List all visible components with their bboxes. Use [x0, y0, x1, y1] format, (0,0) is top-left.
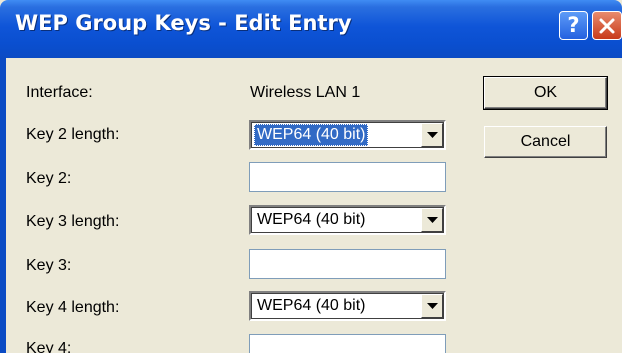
title-bar[interactable]: WEP Group Keys - Edit Entry ? [0, 0, 622, 58]
chevron-down-icon [427, 303, 438, 309]
close-icon [599, 18, 615, 34]
key3-length-selected-value: WEP64 (40 bit) [257, 211, 366, 228]
key4-length-dropdown-button[interactable] [421, 294, 443, 318]
interface-label: Interface: [26, 84, 93, 101]
interface-value: Wireless LAN 1 [250, 84, 361, 101]
key2-length-dropdown-button[interactable] [421, 123, 443, 147]
key4-length-select[interactable]: WEP64 (40 bit) [249, 291, 446, 321]
dialog-window: WEP Group Keys - Edit Entry ? Interface:… [0, 0, 622, 353]
chevron-down-icon [427, 217, 438, 223]
key4-input[interactable] [249, 334, 446, 353]
window-border [0, 58, 6, 353]
key4-length-label: Key 4 length: [26, 299, 120, 316]
key3-input[interactable] [249, 249, 446, 279]
key2-input[interactable] [249, 162, 446, 192]
key2-length-selected-value: WEP64 (40 bit) [254, 124, 369, 146]
cancel-button[interactable]: Cancel [484, 126, 607, 158]
key3-length-dropdown-button[interactable] [421, 208, 443, 232]
close-button[interactable] [592, 11, 622, 40]
window-title: WEP Group Keys - Edit Entry [15, 11, 352, 35]
key4-label: Key 4: [26, 340, 72, 353]
key2-length-select[interactable]: WEP64 (40 bit) [249, 120, 446, 150]
key3-label: Key 3: [26, 257, 72, 274]
key3-length-select[interactable]: WEP64 (40 bit) [249, 205, 446, 235]
key2-length-label: Key 2 length: [26, 126, 120, 143]
chevron-down-icon [427, 132, 438, 138]
key3-length-label: Key 3 length: [26, 213, 120, 230]
ok-button[interactable]: OK [483, 76, 608, 110]
help-button[interactable]: ? [559, 11, 588, 40]
key4-length-selected-value: WEP64 (40 bit) [257, 297, 366, 314]
help-icon: ? [567, 13, 580, 37]
key2-label: Key 2: [26, 170, 72, 187]
